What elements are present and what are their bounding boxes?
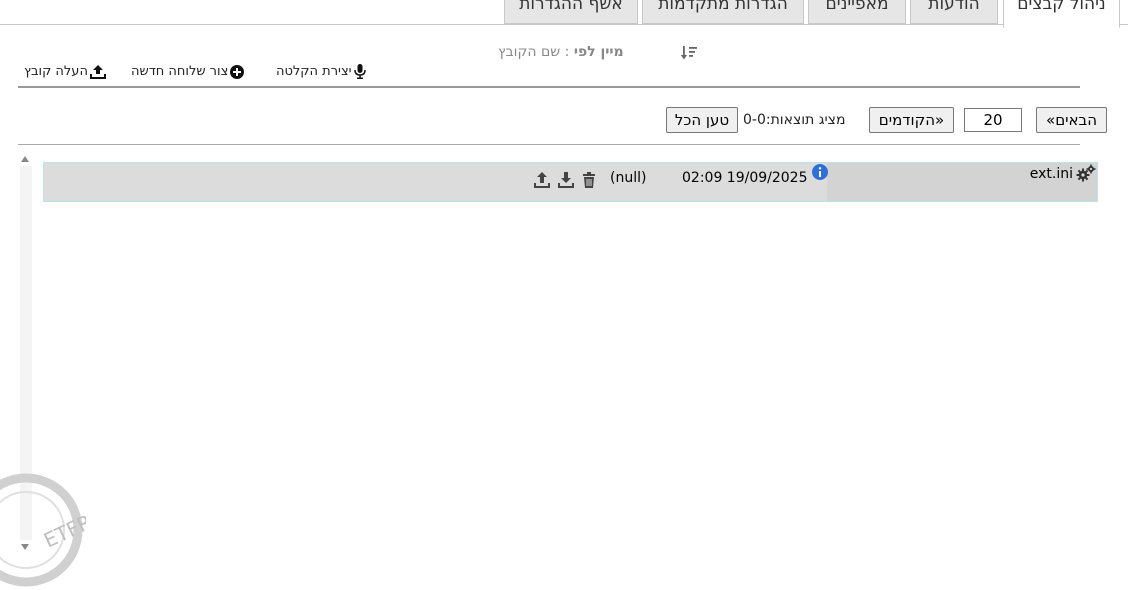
scroll-up-arrow[interactable] [21, 156, 29, 162]
new-extension-button[interactable]: צור שלוחה חדשה [131, 64, 245, 79]
create-recording-label: יצירת הקלטה [276, 64, 352, 79]
upload-file-label: העלה קובץ [24, 64, 88, 79]
file-name: ext.ini [1029, 166, 1073, 182]
gear-icon[interactable] [1076, 164, 1096, 182]
file-size: (null) [610, 170, 647, 186]
divider [18, 86, 1080, 88]
divider [18, 144, 1080, 145]
plus-circle-icon [230, 64, 245, 79]
trash-icon[interactable] [580, 171, 598, 189]
upload-file-button[interactable]: העלה קובץ [24, 64, 106, 79]
tab-advanced-settings[interactable]: הגדרות מתקדמות [642, 0, 804, 24]
create-recording-button[interactable]: יצירת הקלטה [276, 64, 366, 79]
upload-icon [89, 64, 106, 79]
tab-divider [0, 24, 1003, 25]
sort-by-value: : שם הקובץ [498, 44, 570, 60]
next-button[interactable]: «הבאים [1036, 107, 1107, 133]
tab-messages[interactable]: הודעות [910, 0, 998, 24]
page-size-input[interactable] [964, 108, 1022, 132]
results-status: מציג תוצאות:0-0 [743, 112, 846, 128]
tab-settings-wizard[interactable]: אשף ההגדרות [504, 0, 638, 24]
new-extension-label: צור שלוחה חדשה [131, 64, 229, 79]
microphone-icon [353, 64, 366, 79]
sort-by[interactable]: מיין לפי : שם הקובץ [498, 44, 624, 60]
tab-file-management[interactable]: ניהול קבצים [1003, 0, 1120, 28]
download-icon[interactable] [557, 171, 575, 189]
netfree-watermark: ETFREE [0, 473, 86, 587]
load-all-button[interactable]: טען הכל [666, 107, 738, 133]
file-date: 02:09 19/09/2025 [682, 170, 808, 186]
tab-divider [1120, 24, 1128, 25]
toolbar: העלה קובץ צור שלוחה חדשה יצירת הקלטה [0, 60, 1128, 88]
tab-properties[interactable]: מאפיינים [808, 0, 906, 24]
previous-button[interactable]: הקודמים» [869, 107, 954, 133]
info-icon[interactable] [812, 164, 828, 180]
tab-bar: ניהול קבצים הודעות מאפיינים הגדרות מתקדמ… [0, 0, 1128, 28]
file-row[interactable]: ext.ini 02:09 19/09/2025 (null) [43, 162, 1098, 202]
sort-by-label: מיין לפי [573, 44, 624, 60]
upload-icon[interactable] [533, 171, 551, 189]
